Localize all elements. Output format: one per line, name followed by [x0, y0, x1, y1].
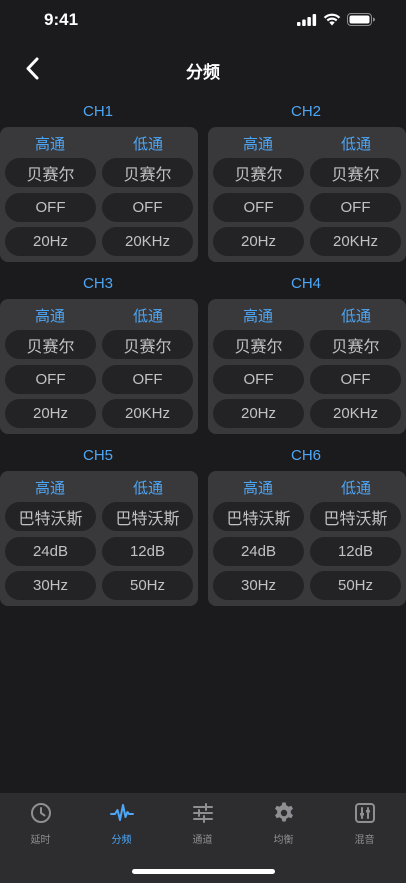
status-icons	[297, 13, 376, 26]
tab-label: 分频	[111, 835, 132, 846]
lowpass-slope-button[interactable]: OFF	[102, 193, 193, 222]
highpass-frequency-button[interactable]: 20Hz	[5, 399, 96, 428]
highpass-frequency-button[interactable]: 30Hz	[5, 571, 96, 600]
highpass-header: 高通	[34, 479, 65, 497]
highpass-slope-button[interactable]: OFF	[213, 193, 304, 222]
lowpass-frequency-button[interactable]: 20KHz	[310, 227, 401, 256]
lowpass-slope-button[interactable]: OFF	[310, 193, 401, 222]
lowpass-filter-type-button[interactable]: 巴特沃斯	[102, 502, 193, 531]
clock-icon	[30, 803, 51, 823]
highpass-filter-type-button[interactable]: 贝赛尔	[213, 330, 304, 359]
channel-label: CH3	[82, 275, 113, 292]
channel-card: 高通 低通 贝赛尔 贝赛尔 OFF OFF 20Hz 20KHz	[208, 299, 406, 434]
highpass-header: 高通	[242, 135, 273, 153]
highpass-filter-type-button[interactable]: 贝赛尔	[5, 330, 96, 359]
page-title: 分频	[186, 63, 220, 83]
channel-card: 高通 低通 巴特沃斯 巴特沃斯 24dB 12dB 30Hz 50Hz	[0, 471, 198, 606]
lowpass-header: 低通	[340, 135, 371, 153]
tab-label: 延时	[30, 835, 51, 846]
lowpass-slope-button[interactable]: 12dB	[310, 537, 401, 566]
lowpass-slope-button[interactable]: OFF	[102, 365, 193, 394]
gear-icon	[274, 802, 293, 822]
lowpass-header: 低通	[340, 479, 371, 497]
highpass-filter-type-button[interactable]: 贝赛尔	[5, 158, 96, 187]
lowpass-frequency-button[interactable]: 20KHz	[102, 399, 193, 428]
highpass-frequency-button[interactable]: 20Hz	[213, 227, 304, 256]
wifi-icon	[323, 13, 341, 26]
mixer-icon	[354, 803, 375, 823]
channel-label: CH4	[290, 275, 321, 292]
status-bar: 9:41	[0, 0, 406, 42]
highpass-slope-button[interactable]: OFF	[213, 365, 304, 394]
channel-label: CH1	[82, 103, 113, 120]
lowpass-frequency-button[interactable]: 50Hz	[102, 571, 193, 600]
channel-card: 高通 低通 贝赛尔 贝赛尔 OFF OFF 20Hz 20KHz	[0, 299, 198, 434]
battery-icon	[347, 13, 375, 26]
tab-label: 均衡	[273, 835, 294, 846]
highpass-slope-button[interactable]: OFF	[5, 365, 96, 394]
sliders-icon	[192, 803, 213, 823]
lowpass-filter-type-button[interactable]: 贝赛尔	[310, 330, 401, 359]
highpass-frequency-button[interactable]: 20Hz	[213, 399, 304, 428]
highpass-frequency-button[interactable]: 20Hz	[5, 227, 96, 256]
tab-crossover[interactable]: 分频	[81, 799, 162, 849]
lowpass-header: 低通	[132, 307, 163, 325]
lowpass-frequency-button[interactable]: 20KHz	[310, 399, 401, 428]
tab-delay[interactable]: 延时	[0, 799, 81, 849]
highpass-header: 高通	[242, 307, 273, 325]
tab-label: 通道	[192, 835, 213, 846]
lowpass-slope-button[interactable]: OFF	[310, 365, 401, 394]
lowpass-slope-button[interactable]: 12dB	[102, 537, 193, 566]
tab-mixer[interactable]: 混音	[324, 799, 405, 849]
status-time: 9:41	[44, 10, 79, 29]
home-indicator	[132, 869, 275, 874]
tab-channel[interactable]: 通道	[162, 799, 243, 849]
lowpass-header: 低通	[132, 135, 163, 153]
highpass-slope-button[interactable]: 24dB	[213, 537, 304, 566]
channel-card: 高通 低通 巴特沃斯 巴特沃斯 24dB 12dB 30Hz 50Hz	[208, 471, 406, 606]
channel-label: CH5	[82, 447, 113, 464]
highpass-filter-type-button[interactable]: 贝赛尔	[213, 158, 304, 187]
lowpass-filter-type-button[interactable]: 贝赛尔	[310, 158, 401, 187]
header: 分频	[0, 46, 406, 92]
lowpass-filter-type-button[interactable]: 巴特沃斯	[310, 502, 401, 531]
highpass-header: 高通	[242, 479, 273, 497]
channel-label: CH6	[290, 447, 321, 464]
lowpass-filter-type-button[interactable]: 贝赛尔	[102, 158, 193, 187]
lowpass-filter-type-button[interactable]: 贝赛尔	[102, 330, 193, 359]
lowpass-frequency-button[interactable]: 50Hz	[310, 571, 401, 600]
waveform-icon	[109, 804, 134, 821]
channel-card: 高通 低通 贝赛尔 贝赛尔 OFF OFF 20Hz 20KHz	[208, 127, 406, 262]
tab-label: 混音	[354, 835, 375, 846]
highpass-header: 高通	[34, 307, 65, 325]
channel-card: 高通 低通 贝赛尔 贝赛尔 OFF OFF 20Hz 20KHz	[0, 127, 198, 262]
channel-label: CH2	[290, 103, 321, 120]
highpass-slope-button[interactable]: 24dB	[5, 537, 96, 566]
lowpass-header: 低通	[132, 479, 163, 497]
highpass-filter-type-button[interactable]: 巴特沃斯	[5, 502, 96, 531]
tab-equalizer[interactable]: 均衡	[243, 799, 324, 849]
highpass-header: 高通	[34, 135, 65, 153]
highpass-filter-type-button[interactable]: 巴特沃斯	[213, 502, 304, 531]
lowpass-header: 低通	[340, 307, 371, 325]
highpass-frequency-button[interactable]: 30Hz	[213, 571, 304, 600]
signal-icon	[297, 13, 317, 26]
lowpass-frequency-button[interactable]: 20KHz	[102, 227, 193, 256]
highpass-slope-button[interactable]: OFF	[5, 193, 96, 222]
